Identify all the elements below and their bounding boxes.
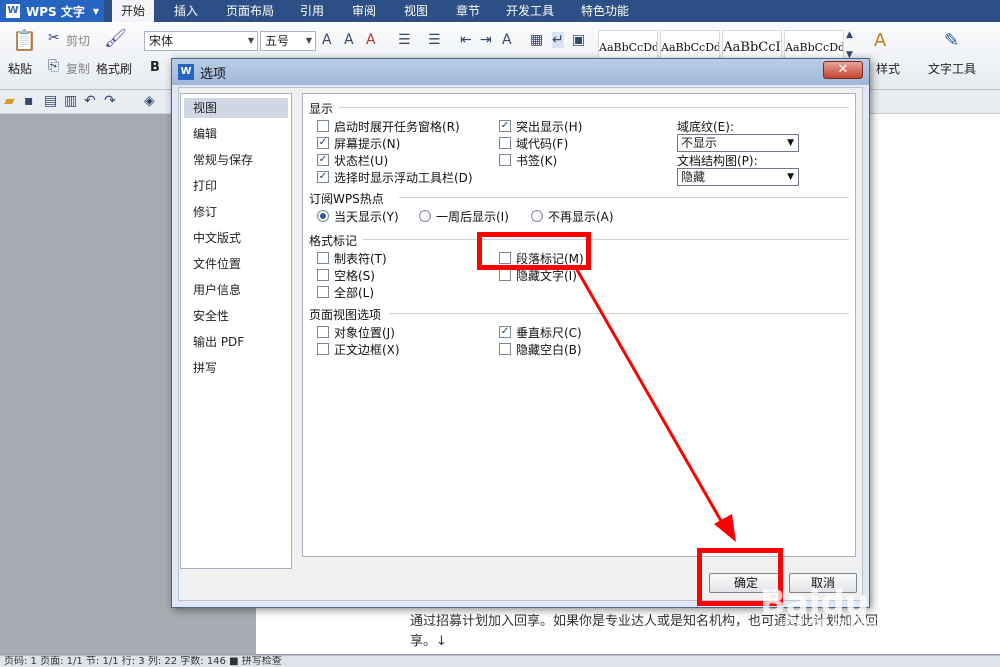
arrow-head	[714, 514, 736, 542]
arrow-line	[574, 267, 726, 527]
baidu-watermark-url: jingyan.baidu.com	[780, 615, 900, 630]
annotation-arrow	[574, 267, 736, 542]
